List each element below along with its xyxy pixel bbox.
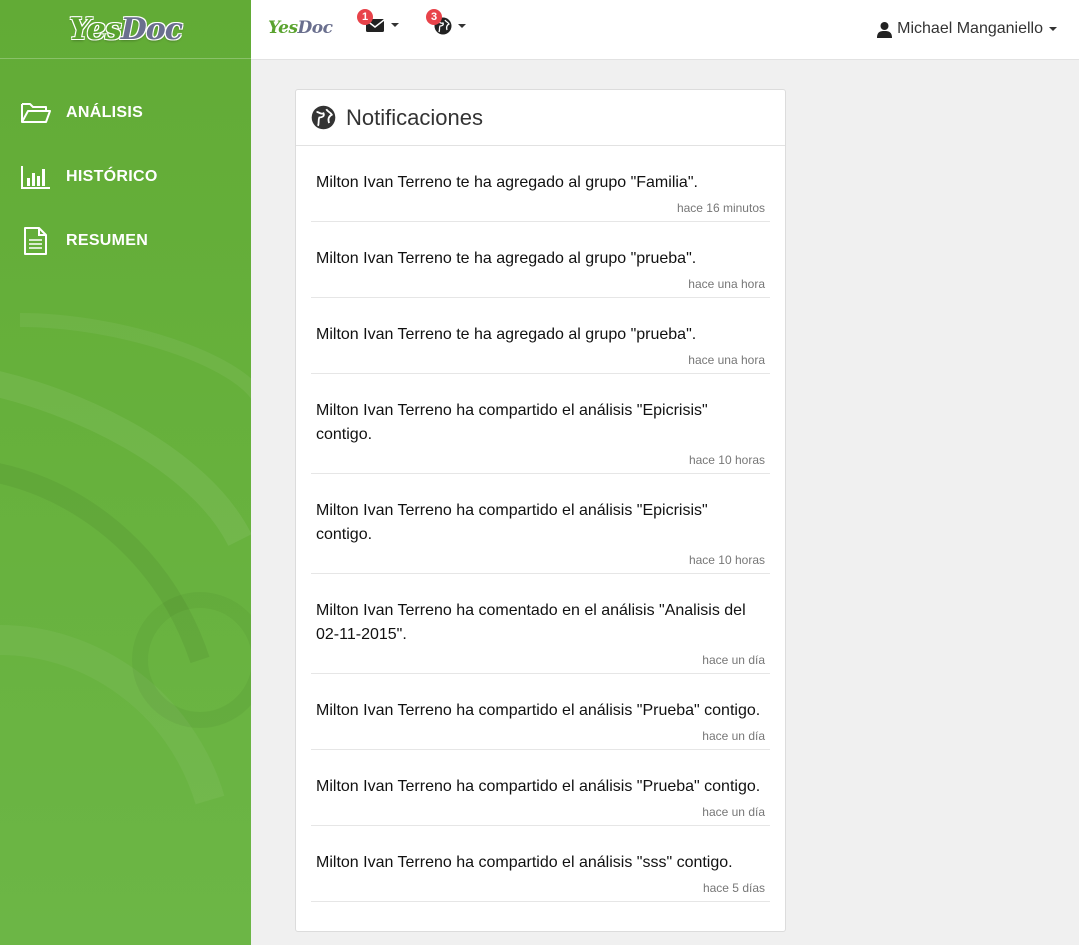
sidebar-item-label: ANÁLISIS — [66, 104, 144, 121]
globe-icon — [311, 105, 336, 130]
bar-chart-icon — [20, 161, 52, 193]
notification-time: hace un día — [702, 805, 765, 819]
notification-item[interactable]: Milton Ivan Terreno ha compartido el aná… — [311, 674, 770, 750]
user-menu-dropdown[interactable]: Michael Manganiello — [877, 20, 1057, 38]
yesdoc-logo: YesDoc — [68, 11, 183, 47]
notification-time: hace 10 horas — [688, 553, 765, 567]
panel-header: Notificaciones — [296, 90, 785, 146]
sidebar-nav: ANÁLISIS HISTÓRICO RESUMEN — [0, 59, 251, 273]
document-icon — [20, 225, 52, 257]
notification-item[interactable]: Milton Ivan Terreno ha compartido el aná… — [311, 474, 770, 574]
notification-item[interactable]: Milton Ivan Terreno te ha agregado al gr… — [311, 298, 770, 374]
notification-text: Milton Ivan Terreno te ha agregado al gr… — [316, 326, 697, 343]
chevron-down-icon — [1049, 27, 1057, 31]
sidebar-item-analisis[interactable]: ANÁLISIS — [0, 81, 251, 145]
notification-item[interactable]: Milton Ivan Terreno ha compartido el aná… — [311, 374, 770, 474]
user-icon — [877, 21, 893, 38]
notification-item[interactable]: Milton Ivan Terreno te ha agregado al gr… — [311, 146, 770, 222]
envelope-icon: 1 — [357, 9, 385, 33]
notification-text: Milton Ivan Terreno ha compartido el aná… — [316, 702, 761, 719]
panel-title: Notificaciones — [346, 104, 483, 130]
notification-text: Milton Ivan Terreno te ha agregado al gr… — [316, 174, 698, 191]
messages-dropdown[interactable]: 1 — [357, 9, 399, 33]
sidebar: YesDoc ANÁLISIS HISTÓRICO RESUMEN — [0, 0, 251, 945]
notification-text: Milton Ivan Terreno ha compartido el aná… — [316, 778, 761, 795]
top-navbar: YesDoc 1 3 Michael Manganiello — [251, 0, 1079, 60]
notification-text: Milton Ivan Terreno ha compartido el aná… — [316, 854, 733, 871]
messages-badge: 1 — [357, 9, 373, 25]
notification-text: Milton Ivan Terreno te ha agregado al gr… — [316, 250, 697, 267]
sidebar-item-historico[interactable]: HISTÓRICO — [0, 145, 251, 209]
chevron-down-icon — [391, 23, 399, 27]
notification-time: hace 5 días — [702, 881, 765, 895]
sidebar-item-label: HISTÓRICO — [66, 168, 158, 185]
notification-item[interactable]: Milton Ivan Terreno ha comentado en el a… — [311, 574, 770, 674]
notification-time: hace un día — [702, 729, 765, 743]
sidebar-item-resumen[interactable]: RESUMEN — [0, 209, 251, 273]
folder-open-icon — [20, 97, 52, 129]
user-name: Michael Manganiello — [897, 20, 1043, 37]
notification-item[interactable]: Milton Ivan Terreno ha compartido el aná… — [311, 826, 770, 902]
notifications-badge: 3 — [426, 9, 442, 25]
notification-text: Milton Ivan Terreno ha comentado en el a… — [316, 602, 746, 643]
chevron-down-icon — [458, 24, 466, 28]
notification-text: Milton Ivan Terreno ha compartido el aná… — [316, 502, 708, 543]
notification-time: hace una hora — [688, 353, 765, 367]
notifications-dropdown[interactable]: 3 — [426, 9, 466, 35]
notification-time: hace un día — [702, 653, 765, 667]
notification-time: hace 16 minutos — [676, 201, 765, 215]
notification-item[interactable]: Milton Ivan Terreno te ha agregado al gr… — [311, 222, 770, 298]
stethoscope-background-image — [0, 313, 251, 805]
notification-time: hace una hora — [688, 277, 765, 291]
notifications-panel: Notificaciones Milton Ivan Terreno te ha… — [295, 89, 786, 932]
sidebar-logo[interactable]: YesDoc — [0, 0, 251, 59]
globe-icon: 3 — [426, 9, 452, 35]
notification-list: Milton Ivan Terreno te ha agregado al gr… — [296, 146, 785, 902]
notification-text: Milton Ivan Terreno ha compartido el aná… — [316, 402, 708, 443]
notification-item[interactable]: Milton Ivan Terreno ha compartido el aná… — [311, 750, 770, 826]
sidebar-item-label: RESUMEN — [66, 232, 149, 249]
notification-time: hace 10 horas — [688, 453, 765, 467]
navbar-brand[interactable]: YesDoc — [268, 18, 333, 38]
